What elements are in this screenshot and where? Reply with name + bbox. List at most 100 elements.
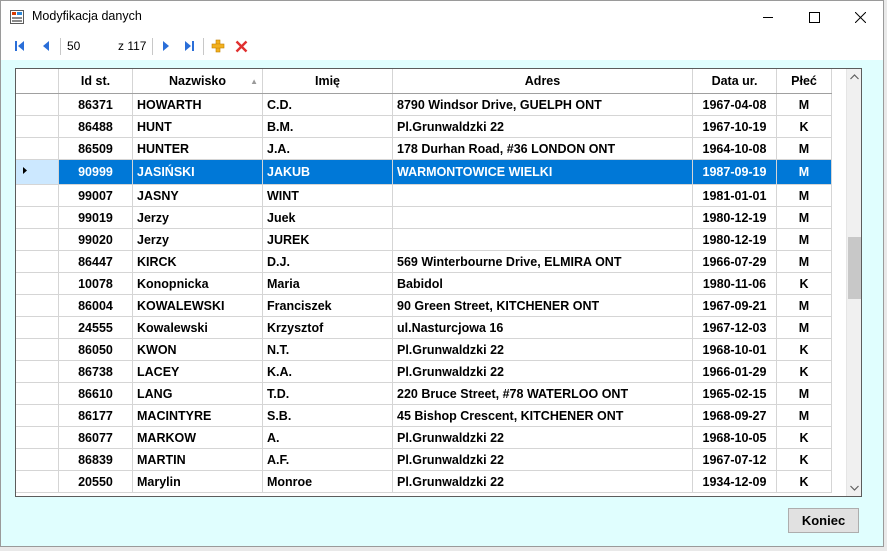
cell-adres[interactable]: ul.Nasturcjowa 16	[392, 316, 693, 339]
cell-id[interactable]: 86371	[58, 93, 133, 116]
cell-adres[interactable]	[392, 184, 693, 207]
cell-id[interactable]: 99020	[58, 228, 133, 251]
row-header-cell[interactable]	[16, 404, 59, 427]
table-row[interactable]: 86839 MARTIN A.F. Pl.Grunwaldzki 22 1967-07-…	[16, 448, 832, 471]
row-header-cell[interactable]	[16, 159, 59, 185]
cell-imie[interactable]: WINT	[262, 184, 393, 207]
cell-id[interactable]: 86077	[58, 426, 133, 449]
cell-data-ur[interactable]: 1968-09-27	[692, 404, 777, 427]
cell-plec[interactable]: M	[776, 316, 832, 339]
cell-data-ur[interactable]: 1967-07-12	[692, 448, 777, 471]
cell-nazwisko[interactable]: HUNT	[132, 115, 263, 138]
cell-id[interactable]: 86004	[58, 294, 133, 317]
cell-id[interactable]: 86050	[58, 338, 133, 361]
move-next-button[interactable]	[158, 38, 174, 54]
cell-adres[interactable]: 569 Winterbourne Drive, ELMIRA ONT	[392, 250, 693, 273]
table-row[interactable]: 86004 KOWALEWSKI Franciszek 90 Green Street…	[16, 294, 832, 317]
vertical-scrollbar[interactable]	[846, 69, 861, 496]
table-row[interactable]: 86488 HUNT B.M. Pl.Grunwaldzki 22 1967-10-19…	[16, 115, 832, 138]
row-header-cell[interactable]	[16, 137, 59, 160]
cell-imie[interactable]: Monroe	[262, 470, 393, 493]
table-row[interactable]: 86738 LACEY K.A. Pl.Grunwaldzki 22 1966-01-2…	[16, 360, 832, 383]
cell-adres[interactable]	[392, 206, 693, 229]
cell-data-ur[interactable]: 1964-10-08	[692, 137, 777, 160]
table-row[interactable]: 99019 Jerzy Juek 1980-12-19 M	[16, 206, 832, 229]
cell-id[interactable]: 86610	[58, 382, 133, 405]
cell-data-ur[interactable]: 1981-01-01	[692, 184, 777, 207]
column-header-nazwisko[interactable]: Nazwisko ▲	[132, 69, 263, 94]
table-row[interactable]: 90999 JASIŃSKI JAKUB WARMONTOWICE WIELKI 198…	[16, 159, 832, 185]
row-header-cell[interactable]	[16, 316, 59, 339]
cell-nazwisko[interactable]: KWON	[132, 338, 263, 361]
cell-data-ur[interactable]: 1967-04-08	[692, 93, 777, 116]
cell-id[interactable]: 86509	[58, 137, 133, 160]
cell-data-ur[interactable]: 1966-01-29	[692, 360, 777, 383]
row-header-cell[interactable]	[16, 184, 59, 207]
cell-adres[interactable]: Pl.Grunwaldzki 22	[392, 426, 693, 449]
row-header-cell[interactable]	[16, 338, 59, 361]
cell-plec[interactable]: M	[776, 93, 832, 116]
cell-imie[interactable]: T.D.	[262, 382, 393, 405]
row-header-cell[interactable]	[16, 448, 59, 471]
cell-plec[interactable]: M	[776, 382, 832, 405]
cell-adres[interactable]: Pl.Grunwaldzki 22	[392, 360, 693, 383]
table-row[interactable]: 86509 HUNTER J.A. 178 Durhan Road, #36 LOND…	[16, 137, 832, 160]
move-previous-button[interactable]	[38, 38, 54, 54]
cell-nazwisko[interactable]: MARKOW	[132, 426, 263, 449]
cell-nazwisko[interactable]: JASIŃSKI	[132, 159, 263, 185]
cell-data-ur[interactable]: 1934-12-09	[692, 470, 777, 493]
cell-id[interactable]: 99007	[58, 184, 133, 207]
cell-nazwisko[interactable]: Kowalewski	[132, 316, 263, 339]
cell-nazwisko[interactable]: MACINTYRE	[132, 404, 263, 427]
cell-imie[interactable]: A.	[262, 426, 393, 449]
cell-data-ur[interactable]: 1967-12-03	[692, 316, 777, 339]
cell-plec[interactable]: K	[776, 426, 832, 449]
cell-adres[interactable]: WARMONTOWICE WIELKI	[392, 159, 693, 185]
cell-id[interactable]: 86488	[58, 115, 133, 138]
row-header-cell[interactable]	[16, 382, 59, 405]
cell-data-ur[interactable]: 1968-10-01	[692, 338, 777, 361]
cell-adres[interactable]: 90 Green Street, KITCHENER ONT	[392, 294, 693, 317]
delete-button[interactable]	[233, 38, 249, 54]
position-input[interactable]	[65, 38, 113, 54]
cell-adres[interactable]: Pl.Grunwaldzki 22	[392, 448, 693, 471]
cell-imie[interactable]: Juek	[262, 206, 393, 229]
table-row[interactable]: 86177 MACINTYRE S.B. 45 Bishop Crescent, KI…	[16, 404, 832, 427]
row-header-cell[interactable]	[16, 115, 59, 138]
add-new-button[interactable]	[210, 38, 226, 54]
cell-id[interactable]: 86839	[58, 448, 133, 471]
maximize-button[interactable]	[791, 1, 837, 33]
column-header-id[interactable]: Id st.	[58, 69, 133, 94]
cell-imie[interactable]: JUREK	[262, 228, 393, 251]
cell-nazwisko[interactable]: JASNY	[132, 184, 263, 207]
table-row[interactable]: 86447 KIRCK D.J. 569 Winterbourne Drive, EL…	[16, 250, 832, 273]
cell-plec[interactable]: K	[776, 272, 832, 295]
column-header-plec[interactable]: Płeć	[776, 69, 832, 94]
cell-id[interactable]: 86738	[58, 360, 133, 383]
table-row[interactable]: 86610 LANG T.D. 220 Bruce Street, #78 WATER…	[16, 382, 832, 405]
cell-adres[interactable]: Babidol	[392, 272, 693, 295]
cell-nazwisko[interactable]: Marylin	[132, 470, 263, 493]
cell-data-ur[interactable]: 1967-09-21	[692, 294, 777, 317]
cell-id[interactable]: 10078	[58, 272, 133, 295]
cell-adres[interactable]: 45 Bishop Crescent, KITCHENER ONT	[392, 404, 693, 427]
cell-data-ur[interactable]: 1966-07-29	[692, 250, 777, 273]
cell-imie[interactable]: J.A.	[262, 137, 393, 160]
row-header-cell[interactable]	[16, 360, 59, 383]
cell-data-ur[interactable]: 1968-10-05	[692, 426, 777, 449]
table-row[interactable]: 86371 HOWARTH C.D. 8790 Windsor Drive, GUEL…	[16, 93, 832, 116]
column-header-data-ur[interactable]: Data ur.	[692, 69, 777, 94]
column-header-imie[interactable]: Imię	[262, 69, 393, 94]
row-header-cell[interactable]	[16, 206, 59, 229]
cell-plec[interactable]: M	[776, 206, 832, 229]
table-row[interactable]: 99007 JASNY WINT 1981-01-01 M	[16, 184, 832, 207]
cell-data-ur[interactable]: 1980-11-06	[692, 272, 777, 295]
scroll-up-arrow-icon[interactable]	[847, 69, 861, 85]
cell-imie[interactable]: A.F.	[262, 448, 393, 471]
cell-data-ur[interactable]: 1987-09-19	[692, 159, 777, 185]
cell-plec[interactable]: M	[776, 250, 832, 273]
cell-nazwisko[interactable]: MARTIN	[132, 448, 263, 471]
cell-id[interactable]: 86177	[58, 404, 133, 427]
row-header-cell[interactable]	[16, 470, 59, 493]
cell-imie[interactable]: C.D.	[262, 93, 393, 116]
